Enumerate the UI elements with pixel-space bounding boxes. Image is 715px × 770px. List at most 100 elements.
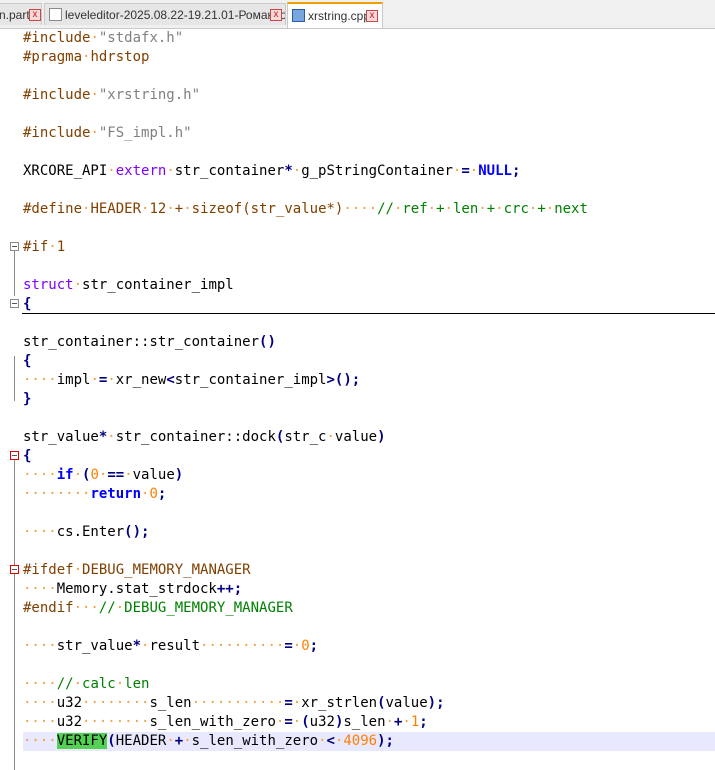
code-token: u32 [309, 714, 335, 730]
code-line[interactable] [23, 105, 715, 124]
whitespace-marker: · [326, 429, 335, 445]
code-line[interactable] [23, 504, 715, 523]
code-line[interactable] [23, 409, 715, 428]
whitespace-marker: ·········· [200, 638, 285, 654]
code-line[interactable]: #define·HEADER·12·+·sizeof(str_value*)··… [23, 200, 715, 219]
code-line[interactable] [23, 542, 715, 561]
whitespace-marker: ···· [23, 733, 57, 749]
code-token: NULL [478, 163, 512, 179]
code-line[interactable]: #if·1 [23, 238, 715, 257]
code-line[interactable] [23, 67, 715, 86]
close-tab-icon[interactable]: x [366, 10, 378, 22]
whitespace-marker: · [73, 676, 83, 692]
code-line[interactable] [23, 143, 715, 162]
code-token: + [537, 201, 546, 217]
code-line[interactable]: ····Memory.stat_strdock++; [23, 580, 715, 599]
code-line[interactable]: } [23, 390, 715, 409]
code-token: value [385, 695, 428, 711]
code-line[interactable]: ····impl·=·xr_new<str_container_impl>(); [23, 371, 715, 390]
code-token: 12 [149, 201, 167, 217]
code-line[interactable] [23, 257, 715, 276]
fold-collapse-icon[interactable] [10, 299, 19, 308]
code-token: #include [23, 87, 91, 103]
code-token: Memory.stat_strdock [56, 581, 217, 597]
code-line[interactable] [23, 314, 715, 333]
code-line[interactable] [23, 656, 715, 675]
code-line[interactable]: ····//·calc·len [23, 675, 715, 694]
code-token: #define [23, 201, 83, 217]
code-line[interactable] [23, 219, 715, 238]
close-tab-icon[interactable]: x [29, 9, 41, 21]
code-line[interactable]: ····str_value*·result··········=·0; [23, 637, 715, 656]
code-line[interactable]: #include·"FS_impl.h" [23, 124, 715, 143]
code-token: ; [309, 638, 319, 654]
code-line[interactable]: XRCORE_API·extern·str_container*·g_pStri… [23, 162, 715, 181]
code-line[interactable]: str_value*·str_container::dock(str_c·val… [23, 428, 715, 447]
whitespace-marker: ···· [23, 581, 57, 597]
whitespace-marker: · [73, 277, 83, 293]
save-icon [292, 9, 305, 22]
code-line[interactable]: struct·str_container_impl [23, 276, 715, 295]
whitespace-marker: · [545, 201, 555, 217]
code-token: u32 [56, 714, 83, 730]
code-token: #ifdef [23, 562, 74, 578]
code-line[interactable]: { [23, 295, 715, 314]
code-token: DEBUG_MEMORY_MANAGER [124, 600, 293, 616]
code-line[interactable] [23, 618, 715, 637]
code-line[interactable]: ····if·(0·==·value) [23, 466, 715, 485]
code-token: str_value [23, 429, 99, 445]
code-editor[interactable]: #include·"stdafx.h" #pragma·hdrstop #inclu… [0, 29, 715, 770]
tab-bar: n.part x leveleditor-2025.08.22-19.21.01… [0, 0, 715, 29]
code-line[interactable]: { [23, 447, 715, 466]
code-line[interactable]: #include·"stdafx.h" [23, 29, 715, 48]
code-token: * [284, 163, 293, 179]
whitespace-marker: ········ [82, 695, 150, 711]
code-line[interactable] [23, 181, 715, 200]
code-line[interactable]: { [23, 352, 715, 371]
code-token: value [132, 467, 175, 483]
code-line[interactable]: #endif···//·DEBUG_MEMORY_MANAGER [23, 599, 715, 618]
code-token: { [23, 296, 32, 312]
code-token: ) [174, 467, 184, 483]
code-token: result [149, 638, 201, 654]
whitespace-marker: · [427, 201, 437, 217]
code-line[interactable]: ····u32········s_len···········=·xr_strl… [23, 694, 715, 713]
tab-part-file[interactable]: n.part x [0, 3, 42, 25]
fold-collapse-icon[interactable] [10, 451, 19, 460]
code-token: s_len [149, 695, 192, 711]
tab-leveleditor-log[interactable]: leveleditor-2025.08.22-19.21.01-Роман.lo… [44, 3, 286, 25]
whitespace-marker: ··· [73, 600, 99, 616]
whitespace-marker: · [495, 201, 504, 217]
code-token: value [334, 429, 378, 445]
code-token: str_container [174, 163, 285, 179]
code-token: #if [23, 239, 49, 255]
code-token: DEBUG_MEMORY_MANAGER [82, 562, 251, 578]
code-token: #endif [23, 600, 74, 616]
code-line[interactable]: str_container::str_container() [23, 333, 715, 352]
fold-collapse-icon[interactable] [10, 242, 19, 251]
code-line[interactable]: #include·"xrstring.h" [23, 86, 715, 105]
close-tab-icon[interactable]: x [270, 9, 282, 21]
whitespace-marker: ···· [343, 201, 378, 217]
tab-label: n.part [0, 8, 30, 22]
code-token: struct [23, 277, 74, 293]
code-token: // [377, 201, 394, 217]
whitespace-marker: · [73, 467, 83, 483]
code-token: = [461, 163, 470, 179]
code-line[interactable]: ········return·0; [23, 485, 715, 504]
code-token: XRCORE_API [23, 163, 108, 179]
whitespace-marker: · [469, 163, 479, 179]
code-line[interactable]: ····u32········s_len_with_zero·=·(u32)s_… [23, 713, 715, 732]
tab-label: leveleditor-2025.08.22-19.21.01-Роман.lo… [65, 8, 286, 22]
whitespace-marker: · [124, 467, 133, 483]
code-line[interactable]: ····cs.Enter(); [23, 523, 715, 542]
code-token: #include [23, 125, 91, 141]
code-token: "xrstring.h" [98, 87, 201, 103]
code-line[interactable]: ····VERIFY(HEADER·+·s_len_with_zero·<·40… [23, 732, 715, 751]
code-line[interactable]: #pragma·hdrstop [23, 48, 715, 67]
fold-collapse-icon[interactable] [10, 565, 19, 574]
code-token: s_len_with_zero [191, 733, 319, 749]
tab-xrstring-cpp[interactable]: xrstring.cpp x [287, 2, 383, 28]
code-line[interactable]: #ifdef·DEBUG_MEMORY_MANAGER [23, 561, 715, 580]
fold-line [14, 251, 15, 296]
